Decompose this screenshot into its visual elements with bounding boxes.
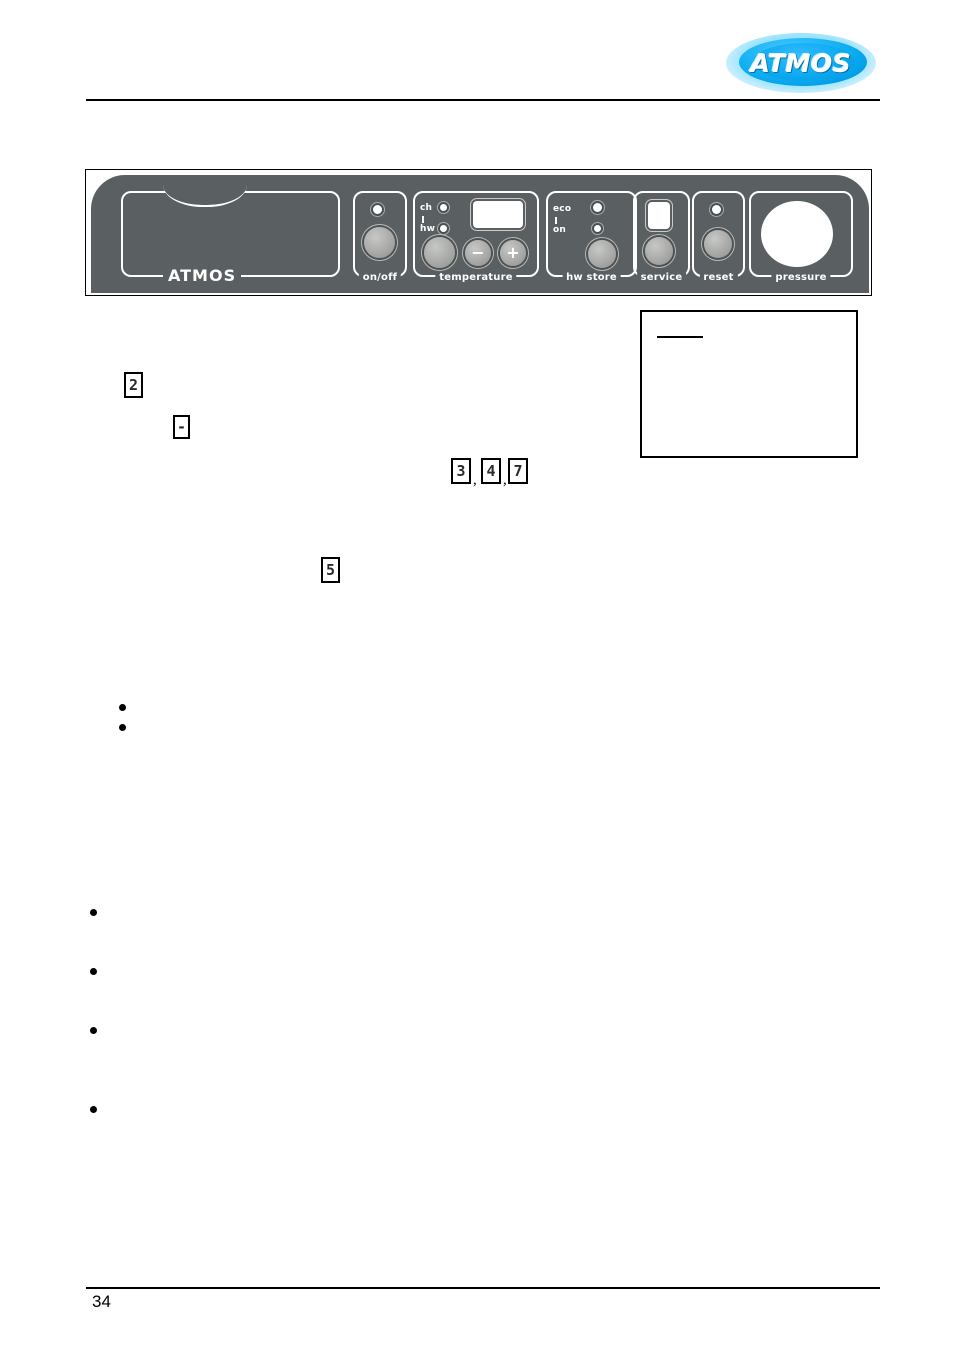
list-item-bullet bbox=[90, 909, 97, 916]
hw-store-button[interactable] bbox=[588, 240, 616, 268]
list-item-bullet bbox=[90, 1106, 97, 1113]
note-box bbox=[640, 310, 858, 458]
plus-icon: + bbox=[506, 243, 520, 262]
hw-store-indicator-tick bbox=[555, 217, 557, 224]
onoff-led bbox=[373, 205, 382, 214]
pressure-gauge bbox=[761, 201, 833, 267]
panel-group-onoff: on/off bbox=[353, 191, 407, 284]
note-box-rule bbox=[657, 336, 703, 338]
footer-divider bbox=[86, 1287, 880, 1289]
hw-store-led-eco bbox=[593, 203, 602, 212]
segment-marker-5: 5 bbox=[321, 557, 340, 583]
panel-label-reset: reset bbox=[699, 272, 738, 284]
reset-led bbox=[712, 205, 721, 214]
page-number: 34 bbox=[92, 1292, 111, 1311]
panel-group-hw-store: eco on hw store bbox=[546, 191, 637, 284]
list-item-bullet bbox=[119, 724, 126, 731]
panel-label-temperature: temperature bbox=[435, 272, 517, 284]
hw-store-led-on bbox=[594, 225, 601, 232]
list-item-bullet bbox=[90, 968, 97, 975]
temperature-indicator-label-hw: hw bbox=[420, 224, 436, 234]
list-item-bullet bbox=[119, 704, 126, 711]
segment-separator-2: , bbox=[503, 472, 507, 488]
segment-marker-2: 2 bbox=[124, 372, 143, 398]
logo-wordmark: ATMOS bbox=[750, 48, 852, 78]
segment-marker-4: 4 bbox=[481, 458, 501, 484]
segment-separator-1: , bbox=[473, 472, 477, 488]
panel-label-hw-store: hw store bbox=[562, 272, 621, 284]
control-panel-body: ATMOS on/off ch hw − + temperature eco o… bbox=[91, 175, 869, 293]
panel-label-pressure: pressure bbox=[771, 272, 831, 284]
temperature-led-hw bbox=[440, 225, 447, 232]
temperature-display bbox=[473, 201, 523, 228]
temperature-indicator-tick bbox=[422, 216, 424, 223]
atmos-logo: ATMOS bbox=[726, 33, 876, 93]
panel-group-pressure: pressure bbox=[749, 191, 853, 284]
temperature-minus-button[interactable]: − bbox=[465, 240, 491, 266]
control-panel-figure: ATMOS on/off ch hw − + temperature eco o… bbox=[85, 169, 872, 296]
panel-group-brand: ATMOS bbox=[121, 181, 340, 284]
temperature-knob[interactable] bbox=[424, 237, 455, 268]
panel-label-service: service bbox=[636, 272, 687, 284]
panel-label-onoff: on/off bbox=[358, 272, 402, 284]
list-item-bullet bbox=[90, 1027, 97, 1034]
onoff-button[interactable] bbox=[364, 227, 395, 258]
panel-group-temperature: ch hw − + temperature bbox=[413, 191, 539, 284]
panel-brand-notch bbox=[163, 181, 247, 207]
panel-brand-label: ATMOS bbox=[163, 267, 242, 284]
temperature-plus-button[interactable]: + bbox=[500, 240, 526, 266]
hw-store-indicator-label-eco: eco bbox=[553, 204, 572, 214]
reset-button[interactable] bbox=[704, 230, 732, 258]
segment-marker-7: 7 bbox=[508, 458, 528, 484]
panel-group-service: service bbox=[633, 191, 690, 284]
panel-group-reset: reset bbox=[692, 191, 745, 284]
hw-store-indicator-label-on: on bbox=[553, 225, 566, 235]
segment-marker-3: 3 bbox=[451, 458, 471, 484]
header-divider bbox=[86, 99, 880, 101]
segment-marker-dash: - bbox=[173, 415, 190, 439]
document-page: ATMOS ATMOS on/off ch hw − + temperature… bbox=[0, 0, 954, 1351]
minus-icon: − bbox=[471, 243, 485, 262]
service-display bbox=[648, 202, 670, 229]
temperature-indicator-label-ch: ch bbox=[420, 203, 433, 213]
temperature-led-ch bbox=[440, 204, 447, 211]
service-button[interactable] bbox=[645, 237, 673, 265]
